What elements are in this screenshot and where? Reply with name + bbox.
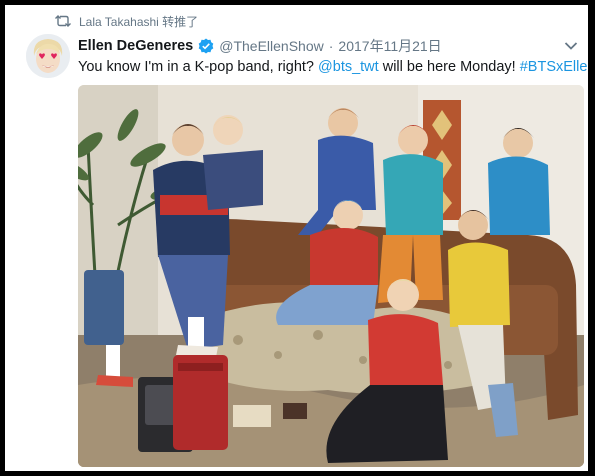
tweet-text-part: will be here Monday!	[378, 59, 520, 75]
tweet-photo[interactable]	[78, 85, 584, 467]
retweet-label[interactable]: Lala Takahashi 转推了	[79, 13, 198, 30]
hashtag-link[interactable]: #BTSxEllen	[520, 59, 588, 75]
verified-badge-icon	[198, 38, 214, 54]
chevron-down-icon[interactable]	[564, 41, 578, 51]
tweet-date[interactable]: 2017年11月21日	[338, 36, 441, 56]
mention-link[interactable]: @bts_twt	[318, 59, 379, 75]
tweet-header: Ellen DeGeneres @TheEllenShow · 2017年11月…	[78, 36, 548, 56]
tweet-card: Lala Takahashi 转推了 Ellen DeGeneres @TheE…	[5, 5, 588, 471]
author-handle[interactable]: @TheEllenShow	[219, 38, 324, 54]
tweet-text: You know I'm in a K-pop band, right? @bt…	[78, 59, 588, 77]
retweet-context: Lala Takahashi 转推了	[55, 13, 198, 29]
tweet-text-part: You know I'm in a K-pop band, right?	[78, 59, 319, 75]
author-avatar[interactable]	[26, 34, 70, 78]
header-separator: ·	[328, 38, 334, 54]
retweet-icon	[55, 15, 71, 27]
author-name[interactable]: Ellen DeGeneres	[78, 38, 193, 54]
